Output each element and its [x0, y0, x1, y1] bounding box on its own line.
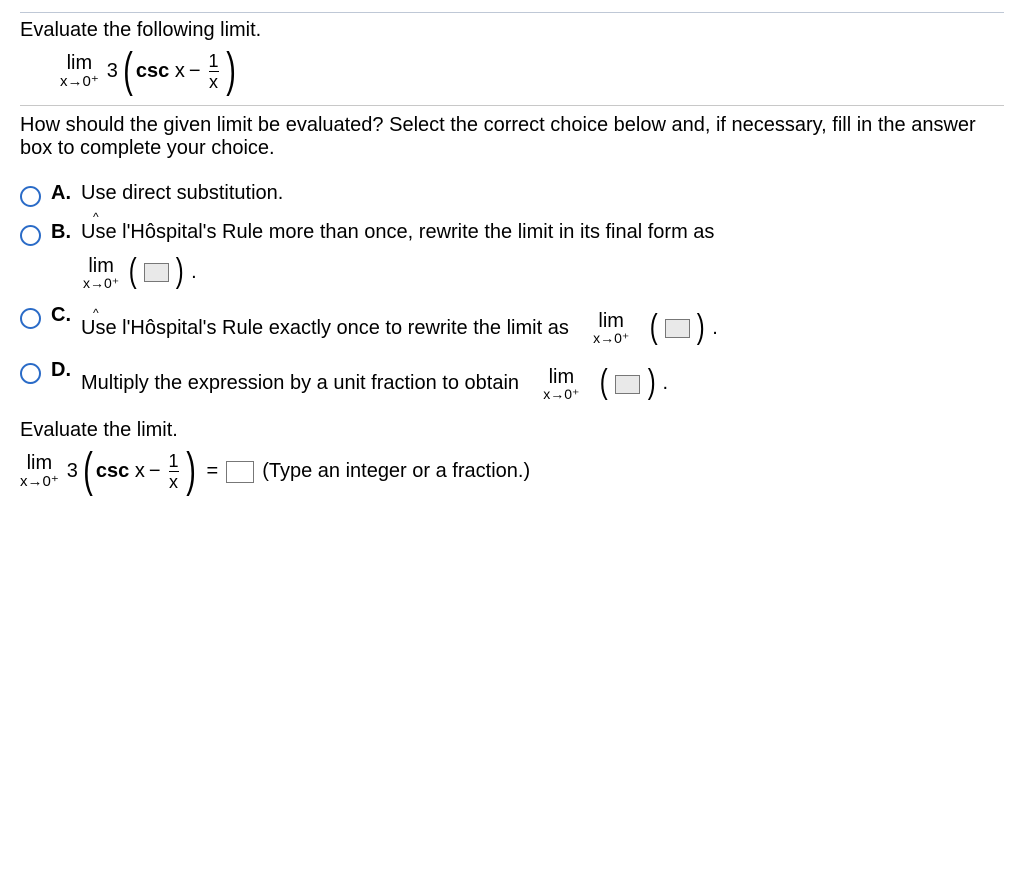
lim-block: lim x→0⁺ — [60, 53, 99, 90]
csc-text: csc x — [136, 60, 185, 83]
divider — [20, 105, 1004, 106]
radio-c[interactable] — [20, 308, 41, 329]
option-d-input[interactable] — [615, 375, 640, 394]
evaluate-heading: Evaluate the limit. — [20, 419, 1004, 442]
close-paren-icon: ) — [647, 363, 655, 402]
minus-sign: − — [189, 60, 201, 83]
prompt-title: Evaluate the following limit. — [20, 19, 1004, 42]
option-b-row: B. Use l'Hôspital's Rule more than once,… — [20, 221, 1004, 290]
fraction: 1 x — [209, 52, 219, 91]
option-d-row: D. Multiply the expression by a unit fra… — [20, 359, 1004, 401]
option-b-input[interactable] — [144, 263, 169, 282]
option-b-lim-line: lim x→0⁺ ( ) . — [81, 248, 1004, 290]
option-c-period: . — [712, 317, 718, 339]
lim-approach: x→0⁺ — [60, 74, 99, 90]
option-c-text: Use l'Hôspital's Rule exactly once to re… — [81, 317, 569, 339]
open-paren-icon: ( — [123, 52, 133, 90]
open-paren-icon: ( — [83, 452, 93, 490]
lim-word: lim — [67, 53, 93, 74]
radio-d[interactable] — [20, 363, 41, 384]
option-c-row: C. Use l'Hôspital's Rule exactly once to… — [20, 304, 1004, 346]
evaluate-expression: lim x→0⁺ 3 ( csc x − 1 x ) = (Type an in… — [20, 452, 1004, 491]
question-text: How should the given limit be evaluated?… — [20, 114, 1004, 160]
option-d-label: D. — [51, 359, 71, 382]
equals-sign: = — [207, 460, 219, 483]
option-b-text: Use l'Hôspital's Rule more than once, re… — [81, 221, 714, 243]
final-answer-input[interactable] — [226, 461, 254, 483]
top-divider — [20, 12, 1004, 13]
close-paren-icon: ) — [186, 452, 196, 490]
option-a-label: A. — [51, 182, 71, 205]
open-paren-icon: ( — [650, 308, 658, 347]
close-paren-icon: ) — [176, 252, 184, 291]
options-group: A. Use direct substitution. B. Use l'Hôs… — [20, 182, 1004, 401]
answer-hint: (Type an integer or a fraction.) — [262, 460, 530, 483]
option-b-label: B. — [51, 221, 71, 244]
option-d-lim: lim x→0⁺ — [543, 367, 579, 401]
option-c-input[interactable] — [665, 319, 690, 338]
eval-lim-block: lim x→0⁺ — [20, 453, 59, 490]
option-c-lim: lim x→0⁺ — [593, 311, 629, 345]
radio-b[interactable] — [20, 225, 41, 246]
option-b-lim: lim x→0⁺ — [83, 256, 119, 290]
limit-expression: lim x→0⁺ 3 ( csc x − 1 x ) — [60, 52, 1004, 91]
close-paren-icon: ) — [226, 52, 236, 90]
option-c-label: C. — [51, 304, 71, 327]
option-a-text: Use direct substitution. — [81, 182, 1004, 205]
option-a-row: A. Use direct substitution. — [20, 182, 1004, 207]
close-paren-icon: ) — [697, 308, 705, 347]
option-d-period: . — [662, 372, 668, 394]
open-paren-icon: ( — [128, 252, 136, 291]
option-b-period: . — [191, 261, 197, 283]
radio-a[interactable] — [20, 186, 41, 207]
option-d-text: Multiply the expression by a unit fracti… — [81, 372, 519, 394]
open-paren-icon: ( — [600, 363, 608, 402]
coefficient: 3 — [107, 60, 118, 83]
